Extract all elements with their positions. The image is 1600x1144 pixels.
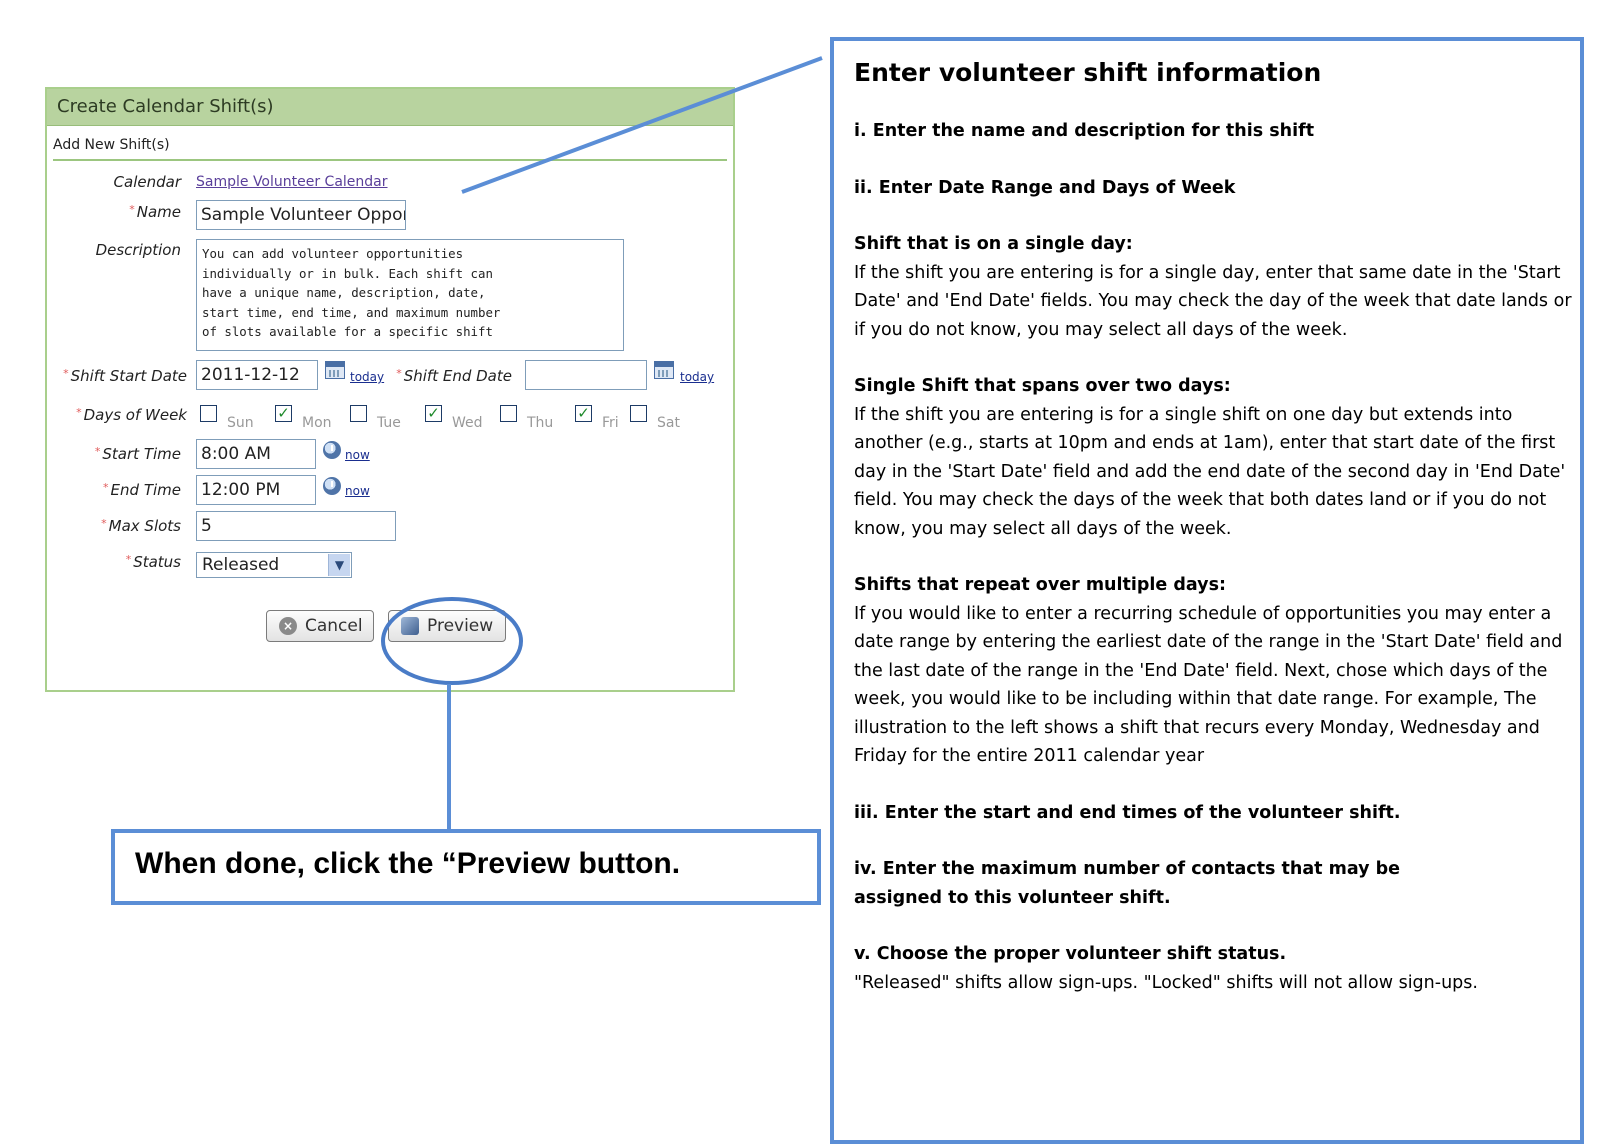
clock-icon[interactable] [323, 441, 341, 459]
max-slots-label: * Max Slots [101, 517, 181, 535]
start-time-field[interactable]: 8:00 AM [196, 439, 316, 469]
two-days-text: If the shift you are entering is for a s… [854, 404, 1566, 539]
day-label-mon: Mon [302, 415, 332, 431]
callout-text: When done, click the “Preview button. [135, 847, 681, 880]
preview-callout-box: When done, click the “Preview button. [111, 829, 821, 905]
step-4-heading: iv. Enter the maximum number of contacts… [854, 859, 1400, 908]
day-checkbox-mon[interactable]: ✓ [275, 405, 292, 422]
cancel-button[interactable]: × Cancel [266, 610, 374, 642]
day-checkbox-fri[interactable]: ✓ [575, 405, 592, 422]
clock-icon[interactable] [323, 477, 341, 495]
day-label-sun: Sun [227, 415, 254, 431]
preview-button[interactable]: Preview [388, 610, 506, 642]
single-day-heading: Shift that is on a single day: [854, 234, 1133, 254]
day-checkbox-tue[interactable] [350, 405, 367, 422]
status-select[interactable]: Released ▼ [196, 552, 352, 578]
add-new-shift-subheader: Add New Shift(s) [53, 137, 727, 161]
end-date-today-link[interactable]: today [680, 370, 714, 384]
shift-start-date-field[interactable]: 2011-12-12 [196, 360, 318, 390]
single-day-text: If the shift you are entering is for a s… [854, 262, 1572, 340]
shift-end-date-label: * Shift End Date [396, 367, 512, 385]
end-time-label: * End Time [103, 481, 181, 499]
day-label-wed: Wed [452, 415, 483, 431]
description-field[interactable]: You can add volunteer opportunities indi… [196, 239, 624, 351]
start-time-label: * Start Time [94, 445, 181, 463]
day-checkbox-sat[interactable] [630, 405, 647, 422]
create-shift-panel: Create Calendar Shift(s) Add New Shift(s… [45, 87, 735, 692]
end-time-now-link[interactable]: now [345, 484, 370, 498]
status-label: * Status [125, 553, 181, 571]
shift-end-date-field[interactable] [525, 360, 647, 390]
panel-title: Create Calendar Shift(s) [47, 89, 733, 126]
cancel-icon: × [279, 617, 297, 635]
calendar-icon[interactable] [654, 361, 674, 379]
day-label-tue: Tue [377, 415, 401, 431]
day-label-thu: Thu [527, 415, 554, 431]
shift-start-date-label: * Shift Start Date [63, 367, 187, 385]
day-checkbox-thu[interactable] [500, 405, 517, 422]
step-1-heading: i. Enter the name and description for th… [854, 121, 1315, 141]
name-field[interactable]: Sample Volunteer Oppor [196, 200, 406, 230]
repeat-text: If you would like to enter a recurring s… [854, 603, 1563, 767]
day-label-fri: Fri [602, 415, 619, 431]
description-label: Description [95, 241, 181, 259]
step-5-text: "Released" shifts allow sign-ups. "Locke… [854, 972, 1478, 993]
step-2-heading: ii. Enter Date Range and Days of Week [854, 177, 1236, 198]
step-3-heading: iii. Enter the start and end times of th… [854, 802, 1401, 823]
two-days-heading: Single Shift that spans over two days: [854, 376, 1231, 396]
end-time-field[interactable]: 12:00 PM [196, 475, 316, 505]
day-label-sat: Sat [657, 415, 680, 431]
preview-button-label: Preview [427, 616, 494, 636]
name-label: * Name [129, 203, 181, 221]
instructions-panel: Enter volunteer shift information i. Ent… [830, 37, 1584, 1144]
calendar-label: Calendar [113, 173, 181, 191]
calendar-icon[interactable] [325, 361, 345, 379]
start-time-now-link[interactable]: now [345, 448, 370, 462]
max-slots-field[interactable]: 5 [196, 511, 396, 541]
cancel-button-label: Cancel [305, 616, 363, 636]
chevron-down-icon[interactable]: ▼ [328, 554, 350, 576]
preview-icon [401, 617, 419, 635]
days-of-week-label: * Days of Week [76, 406, 187, 424]
repeat-heading: Shifts that repeat over multiple days: [854, 575, 1226, 595]
status-value: Released [202, 555, 280, 575]
start-date-today-link[interactable]: today [350, 370, 384, 384]
instructions-title: Enter volunteer shift information [854, 58, 1322, 87]
calendar-link[interactable]: Sample Volunteer Calendar [196, 174, 388, 190]
day-checkbox-sun[interactable] [200, 405, 217, 422]
step-5-heading: v. Choose the proper volunteer shift sta… [854, 944, 1287, 964]
day-checkbox-wed[interactable]: ✓ [425, 405, 442, 422]
